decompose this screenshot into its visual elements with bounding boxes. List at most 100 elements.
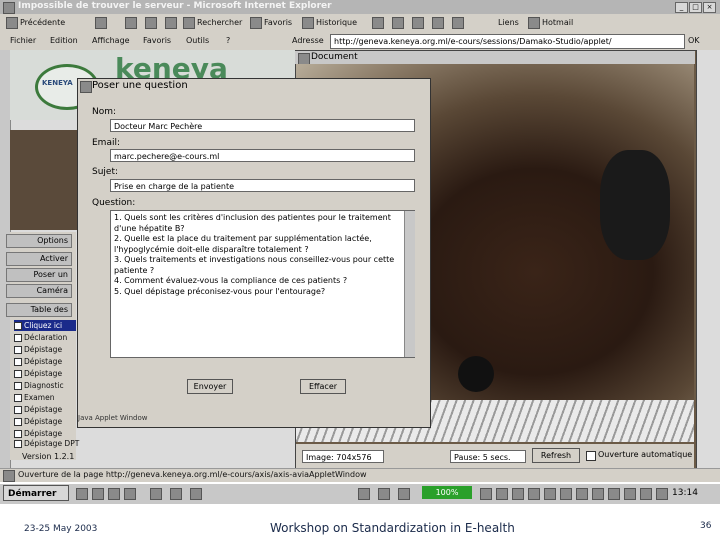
favorites-button[interactable]: Favoris	[250, 16, 292, 30]
taskbar-app-icon[interactable]	[170, 488, 182, 500]
page-icon	[14, 406, 22, 414]
tray-icon[interactable]	[624, 488, 636, 500]
quick-launch-icon[interactable]	[124, 488, 136, 500]
image-size-select[interactable]: Image: 704x576	[302, 450, 384, 463]
document-title: Document	[311, 52, 358, 62]
taskbar-app-icon[interactable]	[398, 488, 410, 500]
java-cup-icon	[80, 81, 92, 93]
forward-button[interactable]	[95, 16, 109, 30]
tree-item[interactable]: Examen	[14, 392, 54, 403]
email-field[interactable]: marc.pechere@e-cours.ml	[110, 149, 415, 162]
taskbar-app-icon[interactable]	[150, 488, 162, 500]
taskbar-app-icon[interactable]	[190, 488, 202, 500]
tray-icon[interactable]	[496, 488, 508, 500]
send-button[interactable]: Envoyer	[187, 379, 233, 394]
links-label[interactable]: Liens	[498, 16, 519, 30]
tree-item[interactable]: Dépistage	[14, 344, 62, 355]
refresh-icon	[145, 16, 157, 29]
refresh-button[interactable]	[145, 16, 159, 30]
home-icon	[165, 16, 177, 29]
slide-title: Workshop on Standardization in E-health	[270, 521, 515, 535]
options-button[interactable]: Options	[6, 234, 72, 248]
edit-button[interactable]	[412, 16, 426, 30]
page-icon	[14, 394, 22, 402]
tray-icon[interactable]	[544, 488, 556, 500]
discuss-button[interactable]	[432, 16, 446, 30]
history-button[interactable]: Historique	[302, 16, 357, 30]
menu-help[interactable]: ?	[226, 34, 230, 48]
mail-icon	[372, 16, 384, 29]
table-of-contents-button[interactable]: Table des	[6, 303, 72, 317]
menu-edition[interactable]: Edition	[50, 34, 78, 48]
tray-icon[interactable]	[512, 488, 524, 500]
page-icon	[14, 430, 22, 438]
tree-item-selected[interactable]: Cliquez ici	[14, 320, 76, 331]
quick-launch-icon[interactable]	[76, 488, 88, 500]
hotmail-link[interactable]: Hotmail	[528, 16, 573, 30]
minimize-button[interactable]: _	[675, 2, 688, 13]
hotmail-icon	[528, 16, 540, 29]
history-label: Historique	[316, 18, 358, 27]
question-scrollbar[interactable]	[404, 211, 415, 357]
tray-icon[interactable]	[480, 488, 492, 500]
email-label: Email:	[92, 138, 121, 148]
network-icon[interactable]	[656, 488, 668, 500]
stop-icon	[125, 16, 137, 29]
menu-fichier[interactable]: Fichier	[10, 34, 36, 48]
tray-icon[interactable]	[560, 488, 572, 500]
clear-button[interactable]: Effacer	[300, 379, 346, 394]
messenger-button[interactable]	[452, 16, 466, 30]
search-button[interactable]: Rechercher	[183, 16, 242, 30]
stop-button[interactable]	[125, 16, 139, 30]
name-label: Nom:	[92, 107, 117, 117]
tray-icon[interactable]	[576, 488, 588, 500]
print-button[interactable]	[392, 16, 406, 30]
home-button[interactable]	[165, 16, 179, 30]
name-field[interactable]: Docteur Marc Pechère	[110, 119, 415, 132]
question-textarea[interactable]: 1. Quels sont les critères d'inclusion d…	[110, 210, 415, 358]
status-text: Ouverture de la page http://geneva.keney…	[18, 470, 367, 479]
taskbar-app-icon[interactable]	[358, 488, 370, 500]
ask-question-button[interactable]: Poser un	[6, 268, 72, 282]
hotmail-label: Hotmail	[542, 18, 574, 27]
subject-label: Sujet:	[92, 167, 119, 177]
activate-button[interactable]: Activer	[6, 252, 72, 266]
volume-icon[interactable]	[640, 488, 652, 500]
menu-outils[interactable]: Outils	[186, 34, 209, 48]
page-icon	[14, 334, 22, 342]
back-arrow-icon	[6, 16, 18, 29]
tree-item[interactable]: Diagnostic	[14, 380, 64, 391]
address-input[interactable]: http://geneva.keneya.org.ml/e-cours/sess…	[330, 34, 685, 49]
tree-item-label: Diagnostic	[24, 381, 64, 390]
tray-icon[interactable]	[592, 488, 604, 500]
camera-button[interactable]: Caméra	[6, 284, 72, 298]
maximize-button[interactable]: □	[689, 2, 702, 13]
tree-item[interactable]: Dépistage	[14, 404, 62, 415]
tree-item-label: Dépistage	[24, 417, 63, 426]
tray-icon[interactable]	[608, 488, 620, 500]
tree-item[interactable]: Dépistage	[14, 368, 62, 379]
tree-item[interactable]: Dépistage	[14, 416, 62, 427]
tray-icon[interactable]	[528, 488, 540, 500]
auto-open-label: Ouverture automatique	[598, 450, 692, 459]
taskbar-app-icon[interactable]	[378, 488, 390, 500]
tree-item[interactable]: Dépistage	[14, 356, 62, 367]
go-button[interactable]: OK	[688, 34, 700, 48]
start-button[interactable]: Démarrer	[3, 485, 69, 501]
tree-item[interactable]: Dépistage DPT	[14, 438, 79, 449]
subject-field[interactable]: Prise en charge de la patiente	[110, 179, 415, 192]
tree-item[interactable]: Déclaration	[14, 332, 67, 343]
tray-zoom-indicator[interactable]: 100%	[422, 486, 472, 499]
close-button[interactable]: ×	[703, 2, 716, 13]
refresh-applet-button[interactable]: Refresh	[532, 448, 580, 463]
menu-favoris[interactable]: Favoris	[143, 34, 171, 48]
auto-open-checkbox[interactable]	[586, 451, 596, 461]
quick-launch-icon[interactable]	[92, 488, 104, 500]
back-button[interactable]: Précédente	[6, 16, 65, 30]
tree-item-label: Cliquez ici	[24, 321, 63, 330]
pause-select[interactable]: Pause: 5 secs.	[450, 450, 526, 463]
quick-launch-icon[interactable]	[108, 488, 120, 500]
menu-affichage[interactable]: Affichage	[92, 34, 130, 48]
mail-button[interactable]	[372, 16, 386, 30]
document-title-bar: Document	[295, 51, 695, 65]
